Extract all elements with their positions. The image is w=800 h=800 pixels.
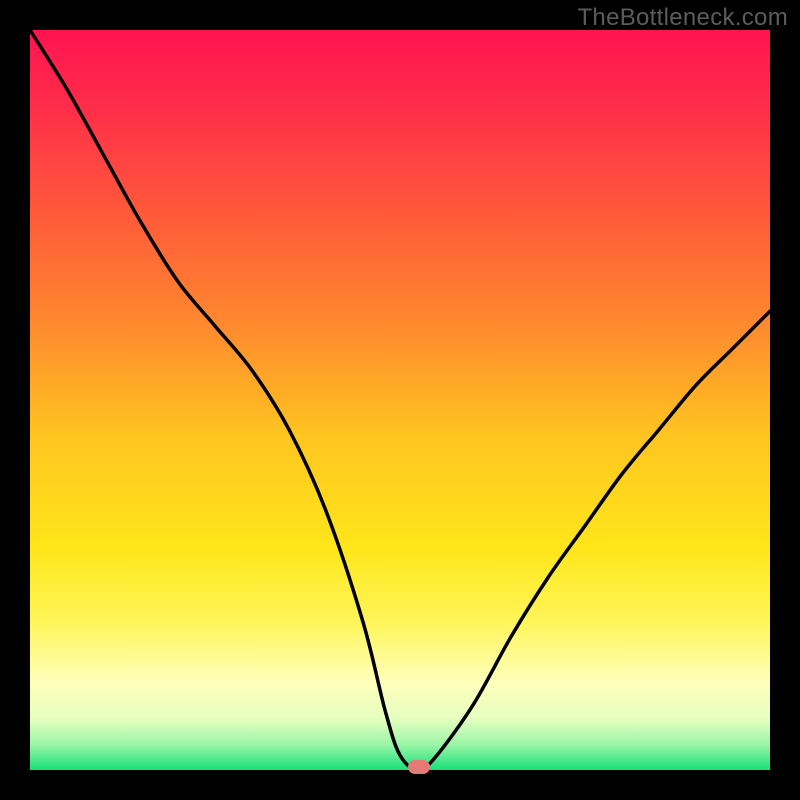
chart-frame: TheBottleneck.com [0, 0, 800, 800]
optimum-marker [408, 760, 430, 774]
watermark-text: TheBottleneck.com [577, 4, 788, 32]
chart-svg [30, 30, 770, 770]
gradient-background [30, 30, 770, 770]
plot-area [30, 30, 770, 770]
